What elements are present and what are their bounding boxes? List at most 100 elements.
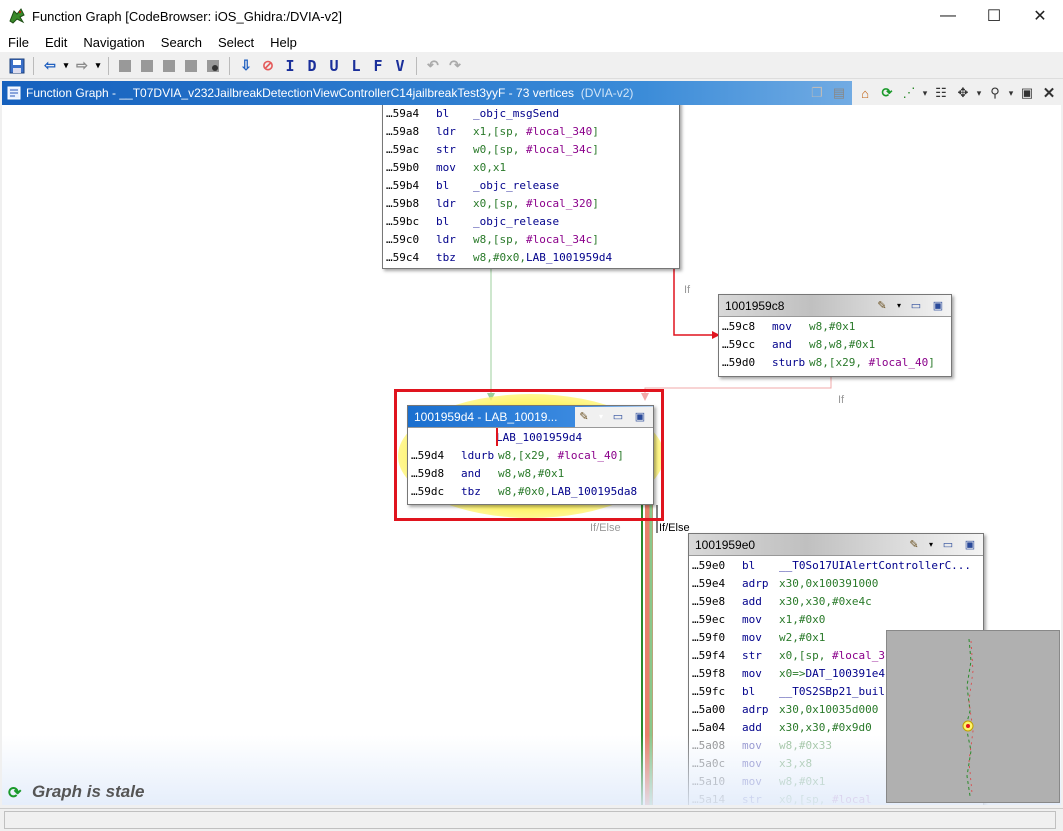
menu-select[interactable]: Select [210,35,262,50]
instruction-address: …59cc [722,337,756,351]
edit-label-icon[interactable]: ✎ [873,298,891,314]
instruction-row[interactable]: …59ec mov x1,#0x0 [689,610,983,628]
instruction-row[interactable]: …59bc bl _objc_release [383,212,679,230]
instruction-row[interactable]: …59b4 bl _objc_release [383,176,679,194]
instruction-row[interactable]: …59c4 tbz w8,#0x0,LAB_1001959d4 [383,248,679,266]
instruction-address: …59d0 [722,355,756,369]
operand-part: #local_320 [525,196,593,210]
group-icon[interactable]: ▣ [929,298,947,314]
menu-help[interactable]: Help [262,35,305,50]
label-icon[interactable]: L [345,55,367,77]
instruction-address: …59bc [386,214,420,228]
graph-canvas[interactable]: If If If/Else If/Else …59a4 bl _objc_msgSe… [2,105,1061,805]
next-data-icon[interactable] [136,55,158,77]
instruction-row[interactable]: …59b8 ldr x0,[sp, #local_320] [383,194,679,212]
paste-icon[interactable]: ▤ [828,83,850,103]
next-function-icon[interactable] [202,55,224,77]
undo-icon[interactable]: ↶ [422,55,444,77]
edge-label-if: If [684,284,691,296]
satellite-overview[interactable] [886,630,1060,803]
code-block-1001959c8[interactable]: 1001959c8 ✎ ▾ ▭ ▣ …59c8 mov w8,#0x1 …59cc an… [718,294,952,377]
instruction-row[interactable]: …59c0 ldr w8,[sp, #local_34c] [383,230,679,248]
operand-part: #local_34c [525,142,593,156]
instruction-row[interactable]: …59ac str w0,[sp, #local_34c] [383,140,679,158]
edit-label-icon[interactable]: ✎ [905,537,923,553]
back-arrow-icon[interactable]: ⇦ [39,55,61,77]
format-icon[interactable]: ☷ [930,83,952,103]
operand-part: #local_40 [868,355,929,369]
operand-part: x0=> [779,666,806,680]
menu-search[interactable]: Search [153,35,210,50]
group-icon[interactable]: ▣ [961,537,979,553]
navigate-icon[interactable]: ✥ [952,83,974,103]
code-block-top[interactable]: …59a4 bl _objc_msgSend …59a8 ldr x1,[sp, #loc… [382,105,680,269]
instruction-mnemonic: sturb [772,355,806,369]
instruction-row[interactable]: …59d0 sturb w8,[x29, #local_40] [719,353,951,371]
instruction-mnemonic: bl [436,214,450,228]
layout-dropdown-icon[interactable]: ▾ [920,83,930,103]
no-entry-icon[interactable]: ⊘ [257,55,279,77]
down-arrow-icon[interactable]: ⇩ [235,55,257,77]
snapshot-icon[interactable]: ▣ [1016,83,1038,103]
instruction-operands: w8,[sp, #local_34c] [473,233,599,246]
operand-part: w8,#0x1 [809,319,856,333]
next-instruction-icon[interactable] [158,55,180,77]
instruction-row[interactable]: …59e4 adrp x30,0x100391000 [689,574,983,592]
close-panel-icon[interactable]: ✕ [1038,83,1060,103]
block-header[interactable]: 1001959c8 ✎ ▾ ▭ ▣ [719,295,951,317]
menu-edit[interactable]: Edit [37,35,75,50]
maximize-button[interactable]: ☐ [971,0,1017,32]
next-undefined-icon[interactable] [180,55,202,77]
instruction-row[interactable]: …59cc and w8,w8,#0x1 [719,335,951,353]
instruction-mnemonic: add [742,594,762,608]
instruction-address: …59ac [386,142,420,156]
instruction-row[interactable]: …59e0 bl __T0So17UIAlertControllerC... [689,556,983,574]
close-window-button[interactable]: ✕ [1017,0,1063,32]
zoom-icon[interactable]: ⚲ [984,83,1006,103]
redo-icon[interactable]: ↷ [444,55,466,77]
function-icon[interactable]: F [367,55,389,77]
disassemble-icon[interactable]: I [279,55,301,77]
navigate-dropdown-icon[interactable]: ▾ [974,83,984,103]
save-icon[interactable] [6,55,28,77]
instruction-row[interactable]: …59b0 mov x0,x1 [383,158,679,176]
instruction-row[interactable]: …59a4 bl _objc_msgSend [383,105,679,122]
block-header[interactable]: 1001959e0 ✎ ▾ ▭ ▣ [689,534,983,556]
dropdown-icon[interactable]: ▾ [895,298,903,314]
operand-part: x0,x1 [473,160,507,174]
next-code-icon[interactable] [114,55,136,77]
forward-dropdown-icon[interactable]: ▾ [93,55,103,77]
operand-part: x0,[sp, [779,648,832,662]
undefined-icon[interactable]: U [323,55,345,77]
menu-file[interactable]: File [0,35,37,50]
function-graph-icon [7,86,21,100]
operand-part: ] [928,355,935,369]
status-field [4,811,1056,829]
full-view-icon[interactable]: ▭ [939,537,957,553]
instruction-mnemonic: bl [742,684,756,698]
instruction-mnemonic: mov [742,630,762,644]
operand-part: __T0So17UIAlertControllerC... [779,558,972,572]
refresh-icon[interactable]: ⟳ [876,83,898,103]
value-icon[interactable]: V [389,55,411,77]
full-view-icon[interactable]: ▭ [907,298,925,314]
copy-icon[interactable]: ❐ [806,83,828,103]
refresh-stale-icon[interactable]: ⟳ [8,783,21,803]
layout-icon[interactable]: ⋰ [898,83,920,103]
zoom-dropdown-icon[interactable]: ▾ [1006,83,1016,103]
data-icon[interactable]: D [301,55,323,77]
back-dropdown-icon[interactable]: ▾ [61,55,71,77]
forward-arrow-icon[interactable]: ⇨ [71,55,93,77]
operand-part: _objc_release [473,178,560,192]
operand-part: ] [592,142,599,156]
instruction-row[interactable]: …59e8 add x30,x30,#0xe4c [689,592,983,610]
dropdown-icon[interactable]: ▾ [927,537,935,553]
instruction-operands: x30,0x100391000 [779,577,878,590]
home-icon[interactable]: ⌂ [854,83,876,103]
instruction-address: …59c8 [722,319,756,333]
menu-navigation[interactable]: Navigation [75,35,152,50]
instruction-row[interactable]: …59c8 mov w8,#0x1 [719,317,951,335]
minimize-button[interactable]: — [925,0,971,32]
operand-part: #local_3 [831,648,885,662]
instruction-row[interactable]: …59a8 ldr x1,[sp, #local_340] [383,122,679,140]
